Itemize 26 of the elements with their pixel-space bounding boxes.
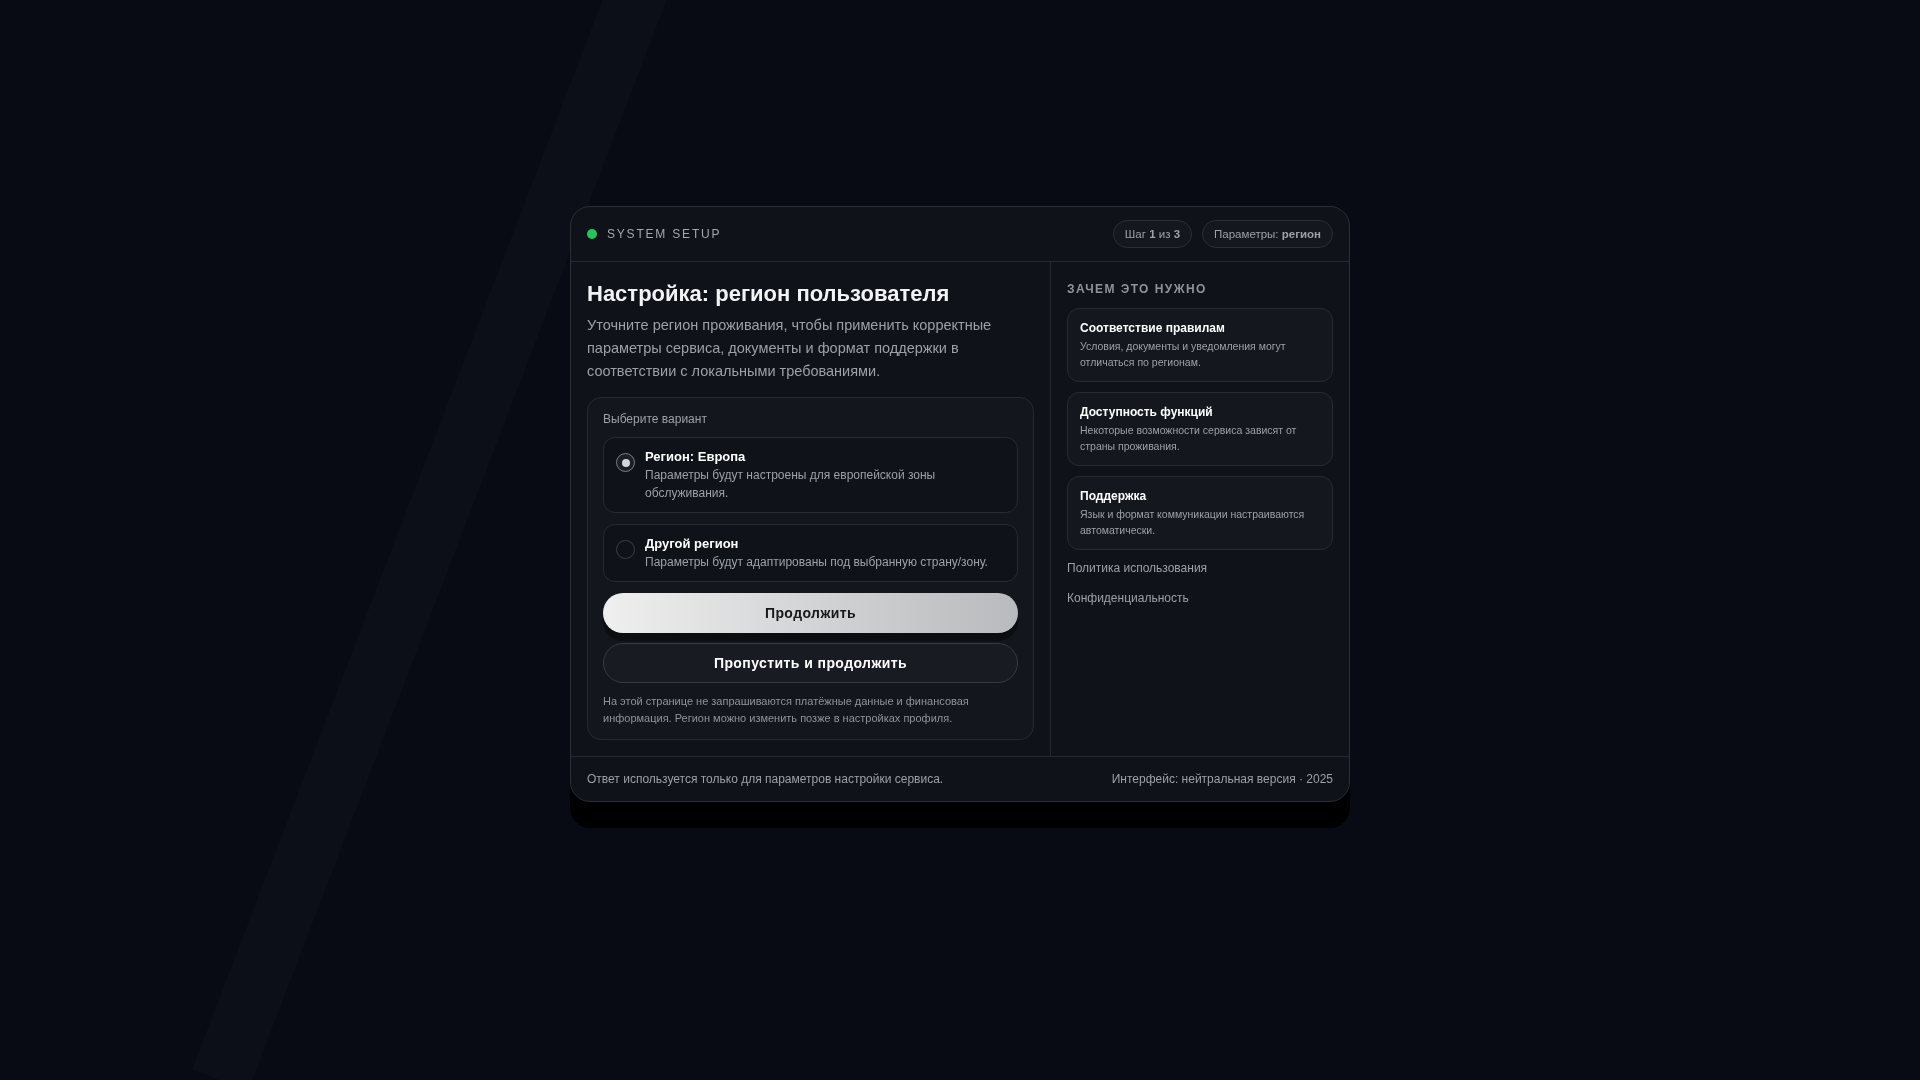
radio-option[interactable]: Регион: Европа Параметры будут настроены для европейской зоны обслуживания. bbox=[603, 437, 1018, 513]
page-description: Уточните регион проживания, чтобы применить корректные параметры сервиса, документы и формат поддержки в соответствии с локальными требованиями. bbox=[587, 316, 993, 381]
sidebar-link[interactable]: Политика использования bbox=[1067, 560, 1208, 576]
privacy-note: На этой странице не запрашиваются платёжные данные и финансовая информация. Регион можно изменить позже в настройках профиля. bbox=[603, 694, 970, 726]
radio-option[interactable]: Другой регион Параметры будут адаптированы под выбранную страну/зону. bbox=[603, 524, 1018, 582]
radio-button[interactable] bbox=[616, 453, 635, 472]
info-card-title: Соответствие правилам bbox=[1080, 320, 1226, 336]
footer-note: Ответ используется только для параметров настройки сервиса. bbox=[587, 771, 944, 788]
skip-button[interactable]: Пропустить и продолжить bbox=[603, 643, 1018, 683]
options-label: Выберите вариант bbox=[603, 411, 708, 428]
info-card-text: Язык и формат коммуникации настраиваются автоматически. bbox=[1080, 507, 1306, 538]
option-description: Параметры будут адаптированы под выбранную страну/зону. bbox=[645, 554, 988, 571]
header-badge: Шаг 1 из 3 bbox=[1112, 220, 1193, 248]
sidebar-heading: ЗАЧЕМ ЭТО НУЖНО bbox=[1067, 281, 1208, 298]
option-description: Параметры будут настроены для европейской зоны обслуживания. bbox=[645, 467, 937, 502]
header-title: SYSTEM SETUP bbox=[607, 226, 722, 243]
page-title: Настройка: регион пользователя bbox=[587, 280, 951, 308]
sidebar-link[interactable]: Конфиденциальность bbox=[1067, 590, 1189, 606]
info-card-title: Доступность функций bbox=[1080, 404, 1214, 420]
option-title: Другой регион bbox=[645, 535, 740, 553]
info-card-title: Поддержка bbox=[1080, 488, 1148, 504]
footer-version: Интерфейс: нейтральная версия · 2025 bbox=[1111, 771, 1333, 788]
info-card-text: Некоторые возможности сервиса зависят от страны проживания. bbox=[1080, 423, 1298, 454]
option-title: Регион: Европа bbox=[645, 448, 747, 466]
header-badge: Параметры: регион bbox=[1202, 220, 1333, 248]
info-card-text: Условия, документы и уведомления могут отличаться по регионам. bbox=[1080, 339, 1287, 370]
